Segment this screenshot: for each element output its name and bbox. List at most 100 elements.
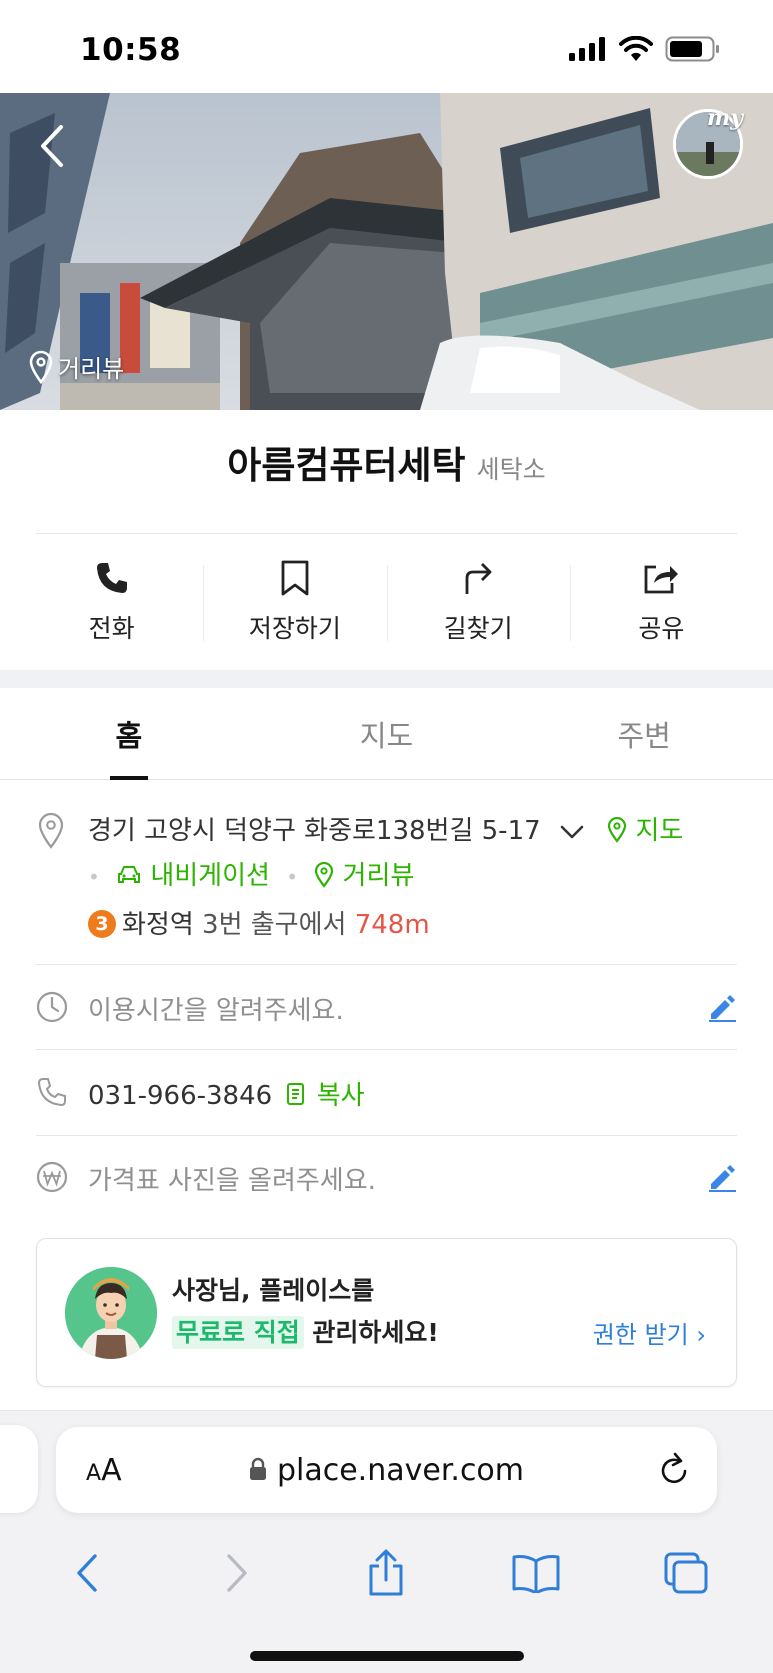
battery-icon — [665, 36, 719, 62]
phone-number[interactable]: 031-966-3846 — [88, 1081, 272, 1111]
divider — [36, 533, 737, 534]
shop-owner-illustration — [65, 1267, 157, 1359]
location-pin-icon — [29, 350, 53, 384]
phone-outline-icon — [37, 1078, 66, 1107]
tab-nearby[interactable]: 주변 — [515, 688, 773, 779]
browser-share-button[interactable] — [346, 1549, 426, 1597]
call-label: 전화 — [88, 614, 135, 643]
map-link[interactable]: 지도 — [607, 816, 683, 846]
copy-label: 복사 — [316, 1081, 365, 1111]
back-button[interactable] — [30, 121, 74, 171]
owner-promo-line1: 사장님, 플레이스를 — [172, 1276, 375, 1305]
owner-promo-highlight: 무료로 직접 — [172, 1316, 304, 1349]
edit-pencil-icon[interactable] — [707, 1162, 737, 1192]
tabs-icon — [664, 1552, 708, 1594]
share-icon — [644, 565, 679, 594]
chevron-down-icon[interactable] — [559, 823, 585, 841]
status-icons — [569, 36, 721, 62]
owner-promo-card[interactable]: 사장님, 플레이스를 무료로 직접 관리하세요! 권한 받기 › — [36, 1238, 737, 1387]
phone-line: 031-966-3846 복사 — [88, 1075, 365, 1112]
navigation-link[interactable]: 내비게이션 — [116, 861, 278, 891]
separator-dot: • — [88, 865, 100, 889]
directions-button[interactable]: 길찾기 — [386, 535, 570, 655]
bookmark-icon — [281, 560, 309, 596]
chevron-right-icon: › — [696, 1321, 706, 1349]
status-bar: 10:58 — [0, 0, 773, 93]
browser-forward-button[interactable] — [197, 1552, 277, 1594]
get-permission-link[interactable]: 권한 받기 › — [593, 1315, 706, 1350]
chevron-right-icon — [226, 1554, 247, 1592]
place-category: 세탁소 — [476, 455, 546, 484]
browser-tabs-button[interactable] — [646, 1551, 726, 1595]
copy-button[interactable]: 복사 — [286, 1081, 365, 1111]
get-permission-label: 권한 받기 — [592, 1321, 689, 1349]
owner-promo-line2-rest: 관리하세요! — [303, 1318, 439, 1347]
phone-icon — [96, 563, 127, 593]
share-label: 공유 — [638, 614, 685, 643]
status-time: 10:58 — [80, 32, 182, 68]
transit-info: 3 화정역 3번 출구에서 748m — [88, 904, 430, 941]
phone-row: 031-966-3846 복사 — [36, 1075, 737, 1111]
cellular-signal-icon — [569, 37, 605, 61]
address-links: • 내비게이션 • 거리뷰 — [88, 855, 414, 892]
streetview-link[interactable]: 거리뷰 — [314, 861, 414, 891]
share-upload-icon — [369, 1549, 403, 1596]
place-name: 아름컴퓨터세탁 — [227, 444, 466, 487]
divider — [36, 1049, 737, 1050]
browser-toolbar — [0, 1541, 773, 1605]
my-label: my — [706, 105, 743, 131]
browser-back-button[interactable] — [47, 1552, 127, 1594]
address-text: 경기 고양시 덕양구 화중로138번길 5-17 — [88, 816, 541, 846]
streetview-link-label: 거리뷰 — [342, 861, 415, 891]
copy-icon — [287, 1082, 305, 1105]
previous-tab-preview[interactable] — [0, 1425, 38, 1513]
navigation-link-label: 내비게이션 — [150, 861, 270, 891]
hours-row[interactable]: 이용시간을 알려주세요. — [36, 990, 737, 1026]
hours-placeholder: 이용시간을 알려주세요. — [88, 996, 344, 1026]
book-icon — [512, 1555, 560, 1593]
map-link-label: 지도 — [635, 816, 684, 846]
streetview-badge-label: 거리뷰 — [58, 355, 125, 383]
reload-icon[interactable] — [657, 1449, 691, 1487]
place-title: 아름컴퓨터세탁 세탁소 — [0, 435, 773, 489]
section-separator — [0, 670, 773, 688]
share-button[interactable]: 공유 — [569, 535, 753, 655]
browser-bottom-bar: AA place.naver.com — [0, 1410, 773, 1673]
divider — [36, 1135, 737, 1136]
directions-icon — [465, 563, 492, 594]
address-row: 경기 고양시 덕양구 화중로138번길 5-17 지도 • 내비게이션 • 거리… — [36, 808, 737, 958]
station-name: 화정역 — [122, 910, 194, 940]
chevron-left-icon — [41, 125, 63, 167]
tab-bar: 홈 지도 주변 — [0, 688, 773, 780]
car-icon — [118, 865, 141, 883]
location-pin-icon — [38, 812, 64, 849]
edit-pencil-icon[interactable] — [707, 992, 737, 1022]
directions-label: 길찾기 — [443, 614, 513, 643]
url-display[interactable]: place.naver.com — [56, 1453, 717, 1488]
price-row[interactable]: 가격표 사진을 올려주세요. — [36, 1160, 737, 1196]
map-pin-icon — [608, 816, 627, 843]
address-bar[interactable]: AA place.naver.com — [56, 1427, 717, 1513]
lock-icon — [249, 1457, 266, 1480]
url-text: place.naver.com — [276, 1453, 525, 1488]
browser-bookmarks-button[interactable] — [496, 1553, 576, 1593]
tab-home[interactable]: 홈 — [0, 688, 258, 780]
owner-avatar — [65, 1267, 157, 1359]
tab-map[interactable]: 지도 — [258, 688, 516, 779]
subway-line-badge: 3 — [88, 909, 116, 938]
price-placeholder: 가격표 사진을 올려주세요. — [88, 1166, 376, 1196]
clock-icon — [36, 991, 68, 1023]
distance-text: 748m — [354, 910, 430, 940]
home-indicator[interactable] — [250, 1651, 524, 1661]
streetview-badge[interactable]: 거리뷰 — [28, 349, 124, 384]
call-button[interactable]: 전화 — [20, 535, 203, 655]
wifi-icon — [619, 36, 653, 61]
owner-promo-line2: 무료로 직접 관리하세요! — [172, 1313, 439, 1349]
action-bar: 전화 저장하기 길찾기 공유 — [20, 535, 753, 655]
address-line: 경기 고양시 덕양구 화중로138번길 5-17 지도 — [88, 810, 683, 847]
save-button[interactable]: 저장하기 — [203, 535, 386, 655]
map-pin-icon — [315, 861, 334, 888]
won-currency-icon — [36, 1161, 68, 1193]
exit-text: 3번 출구에서 — [202, 910, 347, 940]
street-view-photo[interactable]: my 거리뷰 — [0, 93, 773, 410]
